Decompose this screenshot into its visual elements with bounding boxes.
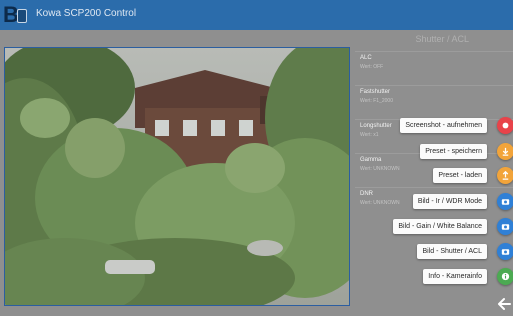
- download-icon: [502, 147, 509, 156]
- action-label[interactable]: Info - Kamerainfo: [423, 269, 487, 284]
- action-preset-load: Preset - laden: [0, 166, 513, 186]
- setting-value: Wert: F1_2000: [360, 98, 393, 104]
- camera-icon: [501, 224, 510, 230]
- arrow-left-icon: [498, 298, 511, 310]
- setting-name: ALC: [360, 55, 372, 61]
- shutter-acl-button[interactable]: [497, 243, 513, 260]
- action-label[interactable]: Preset - laden: [433, 168, 487, 183]
- action-screenshot: Screenshot - aufnehmen: [0, 116, 513, 136]
- record-icon: [502, 122, 509, 129]
- preset-load-button[interactable]: [497, 167, 513, 184]
- window-title: Kowa SCP200 Control: [36, 8, 137, 19]
- ir-wdr-button[interactable]: [497, 193, 513, 210]
- camera-info-button[interactable]: [497, 268, 513, 285]
- app-logo: B: [3, 3, 29, 27]
- action-preset-save: Preset - speichern: [0, 142, 513, 162]
- action-label[interactable]: Screenshot - aufnehmen: [400, 118, 487, 133]
- info-icon: [501, 272, 510, 281]
- screenshot-button[interactable]: [497, 117, 513, 134]
- panel-header: Shutter / ACL: [355, 30, 513, 50]
- setting-name: Fastshutter: [360, 89, 391, 95]
- action-ir-wdr: Bild - Ir / WDR Mode: [0, 192, 513, 212]
- setting-value: Wert: OFF: [360, 64, 384, 70]
- panel-title: Shutter / ACL: [415, 34, 469, 44]
- setting-fastshutter[interactable]: Fastshutter Wert: F1_2000: [355, 85, 513, 117]
- action-label[interactable]: Preset - speichern: [420, 144, 487, 159]
- upload-icon: [502, 170, 509, 180]
- back-button[interactable]: [496, 294, 513, 314]
- camera-icon: [501, 199, 510, 205]
- camera-icon: [501, 249, 510, 255]
- action-gain-wb: Bild - Gain / White Balance: [0, 217, 513, 237]
- preset-save-button[interactable]: [497, 143, 513, 160]
- action-label[interactable]: Bild - Ir / WDR Mode: [412, 194, 487, 209]
- title-bar: B Kowa SCP200 Control: [0, 0, 513, 30]
- action-shutter-acl: Bild - Shutter / ACL: [0, 242, 513, 262]
- action-label[interactable]: Bild - Shutter / ACL: [417, 244, 487, 259]
- gain-wb-button[interactable]: [497, 218, 513, 235]
- action-camera-info: Info - Kamerainfo: [0, 267, 513, 287]
- action-label[interactable]: Bild - Gain / White Balance: [393, 219, 487, 234]
- setting-alc[interactable]: ALC Wert: OFF: [355, 51, 513, 83]
